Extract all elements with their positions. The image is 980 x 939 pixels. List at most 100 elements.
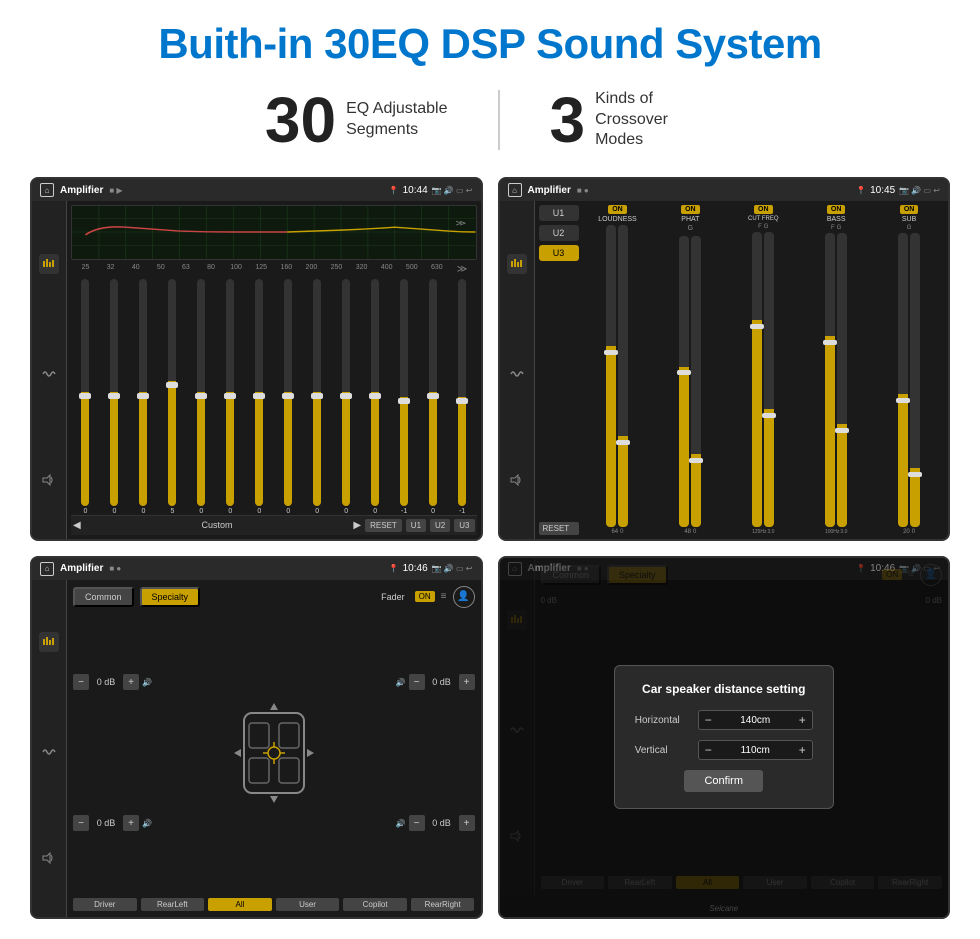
stat-eq: 30 EQ AdjustableSegments	[215, 88, 498, 152]
eq-slider-10: 0	[361, 279, 390, 515]
preset-u3[interactable]: U3	[539, 245, 579, 261]
screen3-time: 10:46	[403, 563, 428, 574]
u1-btn[interactable]: U1	[406, 519, 426, 532]
btn-common[interactable]: Common	[73, 587, 134, 607]
db-control-1: − 0 dB + 🔊	[73, 815, 152, 831]
eq-label-10: 250	[324, 264, 349, 275]
fader-toggle[interactable]: ON	[415, 591, 435, 602]
screen2-app-name: Amplifier	[528, 185, 571, 196]
dialog-horizontal-plus[interactable]: +	[799, 713, 806, 727]
screen3-speaker-icon[interactable]	[42, 852, 56, 864]
screen2-speaker-icon[interactable]	[510, 474, 524, 486]
screen3-home-icon[interactable]: ⌂	[40, 562, 54, 576]
screen2-status-left: ⌂ Amplifier ■ ●	[508, 183, 589, 197]
u3-btn[interactable]: U3	[454, 519, 474, 532]
db-plus-2[interactable]: +	[459, 674, 475, 690]
car-diagram	[160, 614, 388, 893]
screen2-time: 10:45	[870, 185, 895, 196]
screen3-sidebar	[32, 580, 67, 918]
eq-label-3: 50	[148, 264, 173, 275]
sidebar-wave-icon[interactable]	[42, 369, 56, 379]
sidebar-speaker-icon[interactable]	[42, 474, 56, 486]
screen2-reset-btn[interactable]: RESET	[539, 522, 579, 535]
screen1-eq-area: ≫ 25 32 40 50 63 80 100 125 160 200	[67, 201, 481, 539]
eq-slider-11: -1	[390, 279, 419, 515]
stat-crossover-number: 3	[550, 88, 586, 152]
screen3-app-name: Amplifier	[60, 563, 103, 574]
ch-loudness-toggle[interactable]: ON	[608, 205, 627, 214]
dialog-horizontal-val: 140cm	[716, 715, 795, 726]
screen1-status-left: ⌂ Amplifier ■ ▶	[40, 183, 123, 197]
zone-rearleft[interactable]: RearLeft	[141, 898, 205, 911]
dialog-title: Car speaker distance setting	[635, 682, 813, 696]
db-control-0: − 0 dB + 🔊	[73, 674, 152, 690]
eq-label-6: 100	[224, 264, 249, 275]
zone-driver[interactable]: Driver	[73, 898, 137, 911]
screen1-status-icons: 📍 10:44 📷 🔊 ▭ ↩	[389, 185, 473, 196]
screens-grid: ⌂ Amplifier ■ ▶ 📍 10:44 📷 🔊 ▭ ↩	[30, 177, 950, 919]
eq-prev-btn[interactable]: ◀	[73, 520, 81, 531]
preset-u1[interactable]: U1	[539, 205, 579, 221]
eq-label-2: 40	[123, 264, 148, 275]
profile-icon[interactable]: 👤	[453, 586, 475, 608]
screen3-wave-icon[interactable]	[42, 747, 56, 757]
db-minus-2[interactable]: −	[409, 674, 425, 690]
reset-btn[interactable]: RESET	[365, 519, 402, 532]
dialog-horizontal-row: Horizontal − 140cm +	[635, 710, 813, 730]
db-value-1: 0 dB	[92, 818, 120, 828]
ch-sub-toggle[interactable]: ON	[900, 205, 919, 214]
eq-label-9: 200	[299, 264, 324, 275]
dialog-vertical-plus[interactable]: +	[799, 743, 806, 757]
screen2-content: U1 U2 U3 RESET ON LOUDNESS	[500, 201, 949, 539]
screen3-specialty-area: Common Specialty Fader ON ≡ 👤 − 0 dB	[67, 580, 481, 918]
eq-label-8: 160	[274, 264, 299, 275]
ch-phat-name: PHAT	[681, 216, 699, 223]
eq-slider-8: 0	[303, 279, 332, 515]
eq-next-btn[interactable]: ▶	[353, 520, 361, 531]
preset-u2[interactable]: U2	[539, 225, 579, 241]
screen2-eq-icon[interactable]	[507, 254, 527, 274]
db-minus-1[interactable]: −	[73, 815, 89, 831]
fader-label: Fader	[381, 592, 405, 602]
screen2-channels: ON LOUDNESS	[583, 205, 945, 535]
db-plus-1[interactable]: +	[123, 815, 139, 831]
screen1-sidebar	[32, 201, 67, 539]
stats-row: 30 EQ AdjustableSegments 3 Kinds ofCross…	[30, 88, 950, 152]
dialog-vertical-row: Vertical − 110cm +	[635, 740, 813, 760]
zone-rearright[interactable]: RearRight	[411, 898, 475, 911]
db-control-3: 🔊 − 0 dB +	[396, 815, 475, 831]
zone-user[interactable]: User	[276, 898, 340, 911]
eq-label-13: 500	[399, 264, 424, 275]
db-plus-0[interactable]: +	[123, 674, 139, 690]
ch-bass-toggle[interactable]: ON	[827, 205, 846, 214]
zone-copilot[interactable]: Copilot	[343, 898, 407, 911]
eq-scroll-btn[interactable]: ≫	[449, 264, 474, 275]
screen1-nav-icons: ■ ▶	[109, 186, 122, 195]
distance-dialog-overlay: Car speaker distance setting Horizontal …	[500, 558, 949, 918]
screen2-wave-icon[interactable]	[510, 369, 524, 379]
screen1-home-icon[interactable]: ⌂	[40, 183, 54, 197]
ch-phat-toggle[interactable]: ON	[681, 205, 700, 214]
db-minus-0[interactable]: −	[73, 674, 89, 690]
dialog-vertical-minus[interactable]: −	[705, 743, 712, 757]
svg-text:≫: ≫	[455, 219, 466, 227]
db-plus-3[interactable]: +	[459, 815, 475, 831]
zone-all[interactable]: All	[208, 898, 272, 911]
ch-cutfreq-toggle[interactable]: ON	[754, 205, 773, 214]
btn-specialty[interactable]: Specialty	[140, 587, 201, 607]
ch-loudness: ON LOUDNESS	[583, 205, 653, 535]
ch-cutfreq-name: CUT FREQ	[748, 216, 779, 222]
sidebar-eq-icon[interactable]	[39, 254, 59, 274]
db-minus-3[interactable]: −	[409, 815, 425, 831]
screen3-eq-icon[interactable]	[39, 632, 59, 652]
eq-label-12: 400	[374, 264, 399, 275]
screen1-content: ≫ 25 32 40 50 63 80 100 125 160 200	[32, 201, 481, 539]
screen2-home-icon[interactable]: ⌂	[508, 183, 522, 197]
screen3-speaker-layout: − 0 dB + 🔊 − 0 dB + 🔊	[73, 614, 475, 893]
confirm-button[interactable]: Confirm	[684, 770, 763, 792]
dialog-horizontal-minus[interactable]: −	[705, 713, 712, 727]
u2-btn[interactable]: U2	[430, 519, 450, 532]
screen3-status-bar: ⌂ Amplifier ■ ● 📍 10:46 📷 🔊 ▭ ↩	[32, 558, 481, 580]
eq-label-14: 630	[424, 264, 449, 275]
stat-eq-number: 30	[265, 88, 336, 152]
